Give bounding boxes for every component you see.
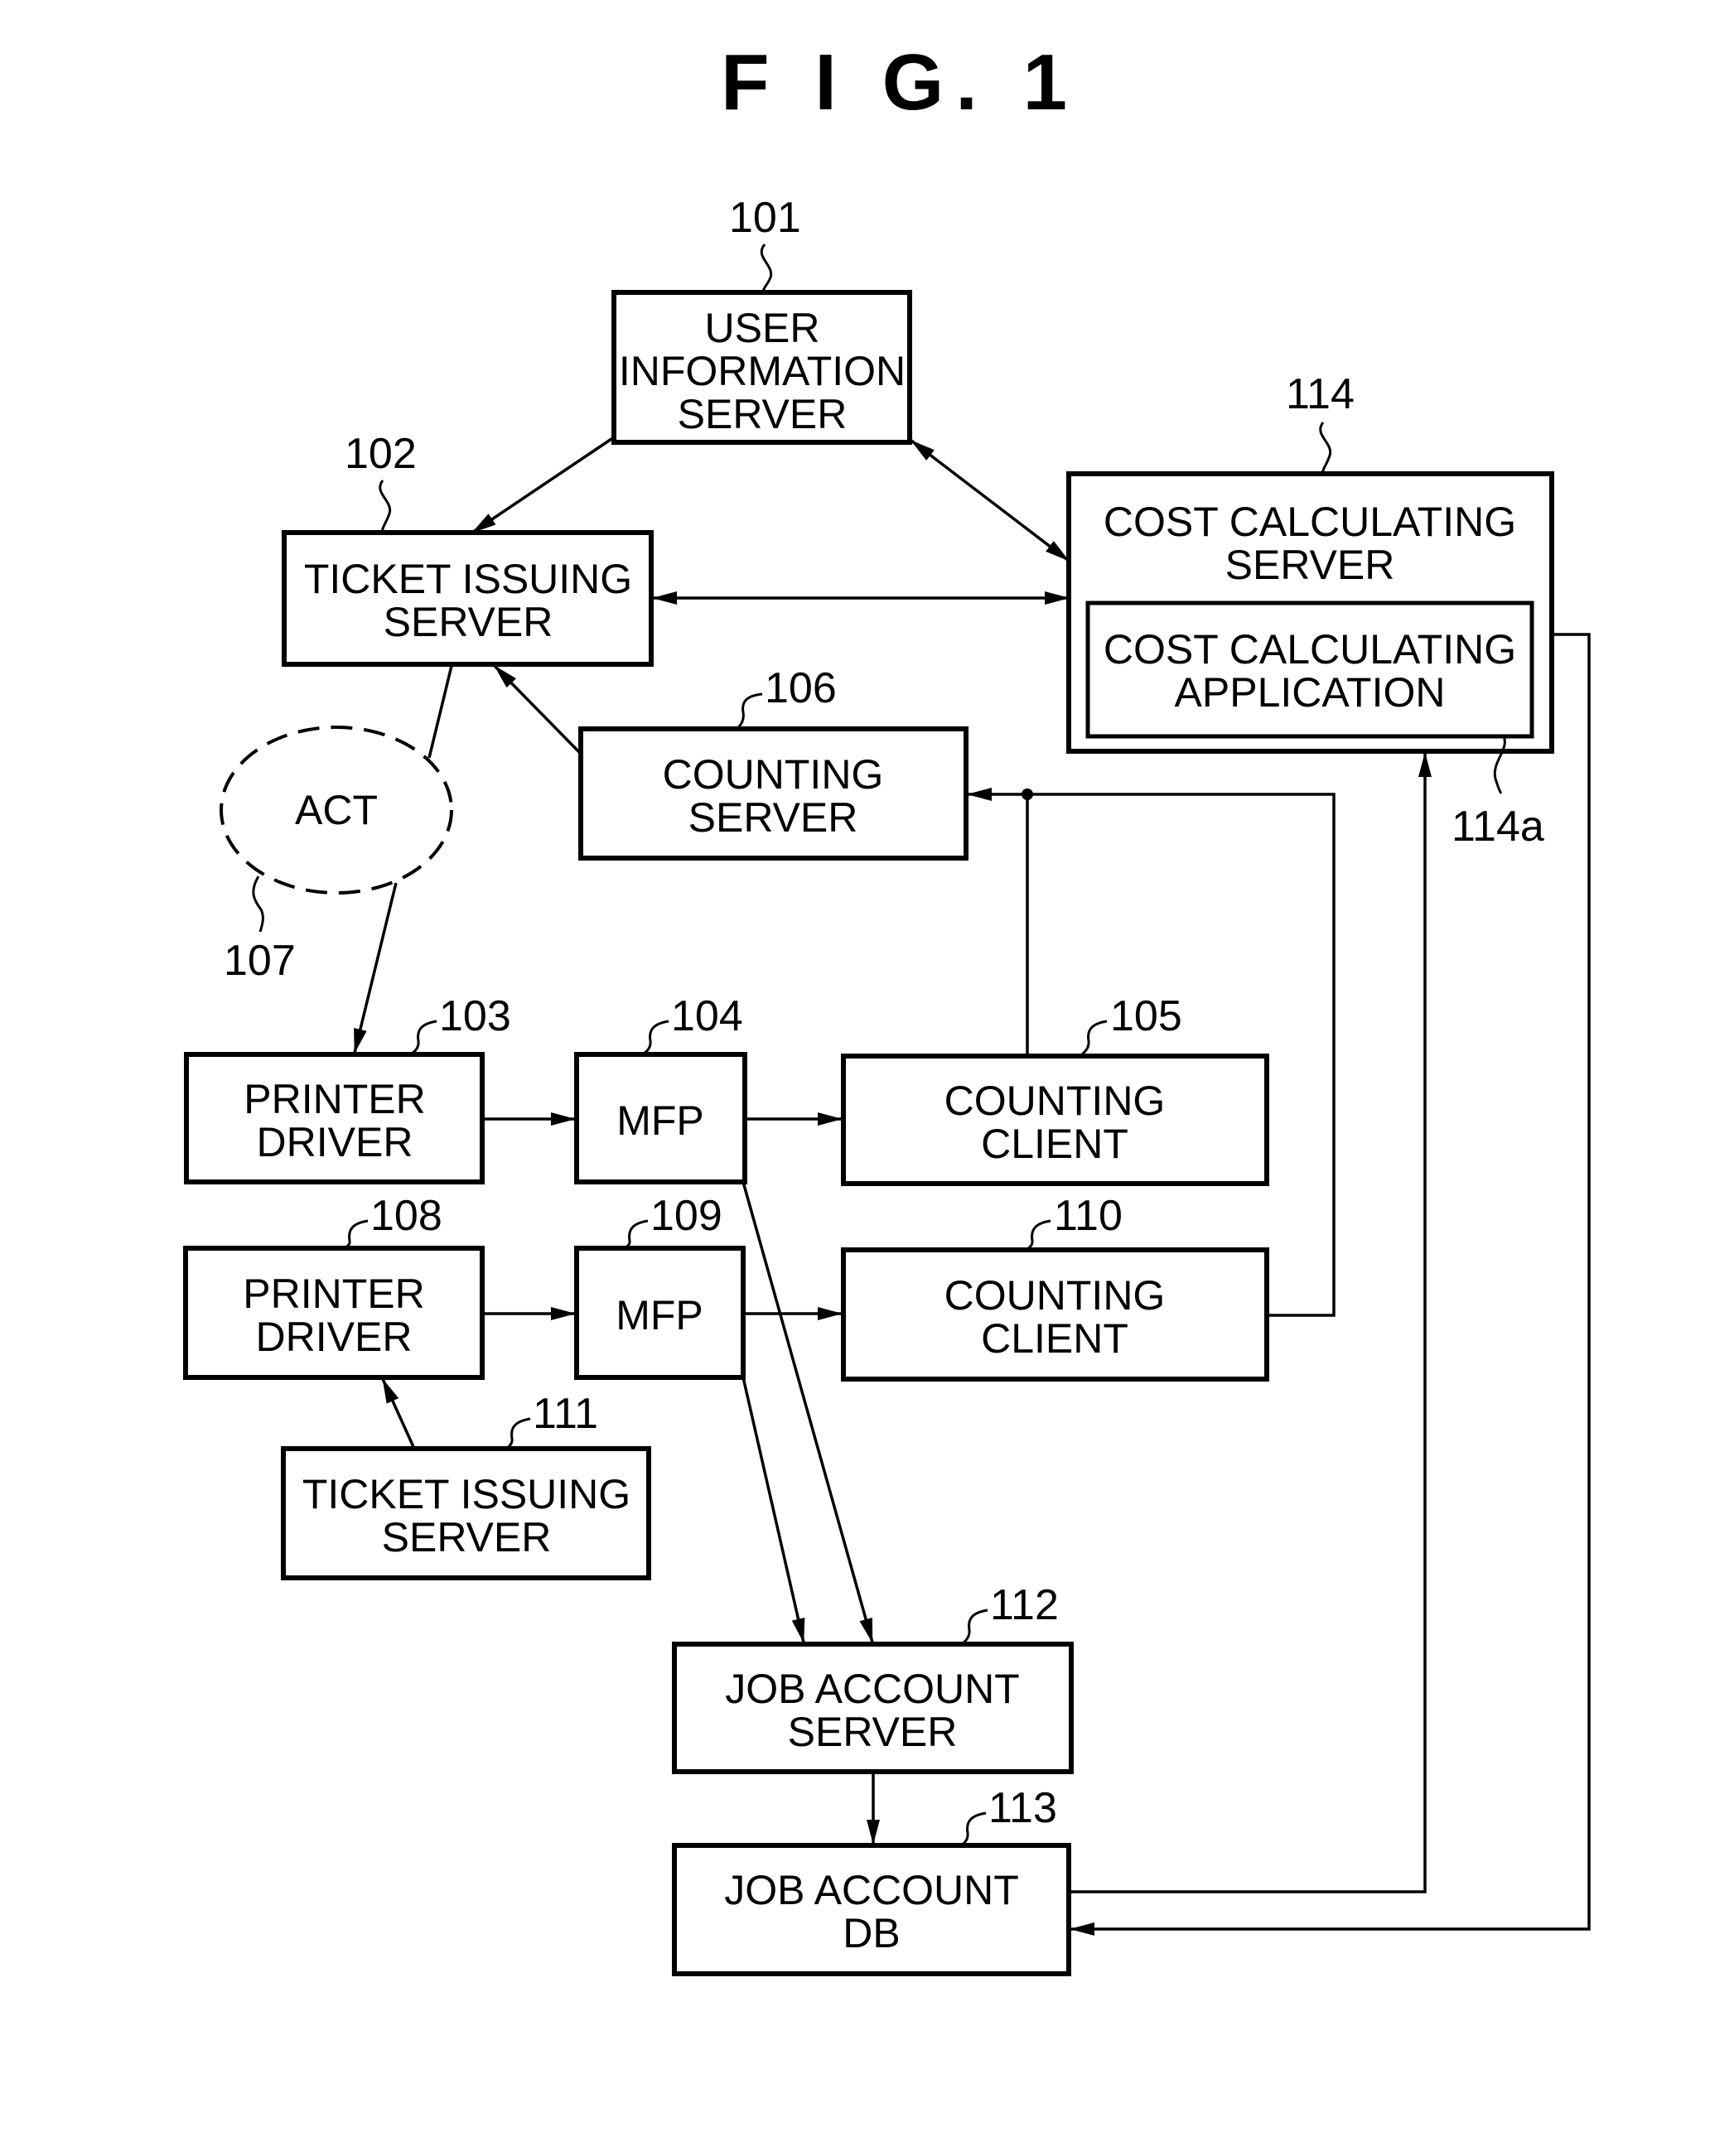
leader-line-103: [409, 1020, 437, 1056]
leader-line-114: [1319, 422, 1332, 475]
leader-line-104: [641, 1020, 669, 1056]
ref-label-103: 103: [439, 992, 511, 1040]
figure-canvas: F I G. 1 101 USER INFORMATION SERVER 102…: [183, 38, 1591, 1976]
leader-line-105: [1079, 1020, 1108, 1058]
edge-106-102: [493, 664, 582, 755]
ref-label-113: 113: [988, 1784, 1057, 1832]
node-mfp-109: 109 MFP: [574, 1192, 746, 1380]
ref-label-112: 112: [990, 1581, 1059, 1629]
node-job-account-server-112: 112 JOB ACCOUNT SERVER: [672, 1581, 1074, 1774]
node-label-line: JOB ACCOUNT: [724, 1867, 1019, 1913]
ref-label-101: 101: [729, 194, 801, 242]
node-label-line: SERVER: [1225, 542, 1395, 588]
leader-line-109: [621, 1219, 649, 1250]
ref-label-107: 107: [224, 937, 296, 985]
node-label-line: DRIVER: [256, 1314, 413, 1360]
node-label-line: MFP: [616, 1292, 703, 1338]
node-printer-driver-108: 108 PRINTER DRIVER: [183, 1192, 485, 1380]
edge-101-102: [471, 436, 615, 534]
node-label-line: INFORMATION: [619, 348, 906, 394]
leader-line-112: [960, 1609, 988, 1646]
ref-label-102: 102: [345, 430, 417, 478]
leader-line-113: [959, 1811, 987, 1847]
node-label-line: SERVER: [384, 599, 553, 645]
node-label-line: MFP: [616, 1097, 704, 1144]
node-label-line: ACT: [295, 787, 378, 833]
node-label-line: COST CALCULATING: [1104, 626, 1516, 673]
node-counting-server-106: 106 COUNTING SERVER: [578, 664, 969, 861]
ref-label-104: 104: [671, 992, 743, 1040]
node-label-line: PRINTER: [244, 1076, 425, 1122]
node-cost-calculating-application-114a: COST CALCULATING APPLICATION 114a: [1085, 600, 1544, 851]
node-label-line: SERVER: [678, 391, 848, 437]
ref-label-110: 110: [1054, 1192, 1123, 1240]
edge-111-108: [381, 1378, 416, 1449]
node-counting-client-105: 105 COUNTING CLIENT: [841, 992, 1269, 1186]
node-label-line: COUNTING: [944, 1272, 1166, 1319]
node-label-line: USER: [705, 305, 820, 351]
node-counting-client-110: 110 COUNTING CLIENT: [841, 1192, 1269, 1382]
node-label-line: DB: [843, 1910, 900, 1956]
node-job-account-db-113: 113 JOB ACCOUNT DB: [672, 1784, 1071, 1976]
node-label-line: COUNTING: [663, 751, 884, 798]
node-label-line: SERVER: [382, 1514, 552, 1560]
leader-line-102: [379, 480, 392, 533]
node-label-line: COUNTING: [944, 1078, 1166, 1124]
edge-109-112: [741, 1377, 805, 1643]
node-label-line: DRIVER: [257, 1119, 413, 1165]
node-label-line: JOB ACCOUNT: [725, 1666, 1020, 1712]
ref-label-108: 108: [370, 1192, 442, 1240]
ref-label-105: 105: [1110, 992, 1182, 1040]
ref-label-109: 109: [650, 1192, 722, 1240]
leader-line-107: [252, 875, 264, 933]
node-label-line: CLIENT: [981, 1315, 1128, 1362]
ref-label-111: 111: [533, 1390, 598, 1438]
edge-101-114: [910, 439, 1070, 562]
figure-title: F I G. 1: [721, 38, 1079, 127]
ref-label-114: 114: [1286, 370, 1355, 418]
ref-label-106: 106: [765, 664, 837, 712]
leader-line-108: [341, 1219, 369, 1250]
node-label-line: TICKET ISSUING: [302, 1471, 630, 1517]
node-label-line: SERVER: [788, 1709, 958, 1755]
node-label-line: CLIENT: [981, 1121, 1128, 1167]
node-label-line: PRINTER: [243, 1271, 424, 1317]
node-label-line: COST CALCULATING: [1104, 499, 1516, 545]
node-label-line: SERVER: [688, 794, 858, 841]
node-label-line: APPLICATION: [1175, 669, 1446, 716]
edge-102-act: [428, 665, 453, 759]
node-act-107: ACT 107: [220, 726, 453, 985]
leader-line-101: [760, 244, 773, 293]
edge-act-103: [353, 882, 398, 1054]
node-label-line: TICKET ISSUING: [304, 556, 632, 602]
node-mfp-104: 104 MFP: [574, 992, 747, 1184]
node-ticket-issuing-server-102: 102 TICKET ISSUING SERVER: [282, 430, 654, 667]
node-printer-driver-103: 103 PRINTER DRIVER: [184, 992, 511, 1184]
node-ticket-issuing-server-111: 111 TICKET ISSUING SERVER: [281, 1390, 651, 1580]
leader-line-110: [1023, 1219, 1051, 1252]
node-user-information-server: 101 USER INFORMATION SERVER: [611, 194, 912, 445]
leader-line-111: [503, 1417, 531, 1450]
ref-label-114a: 114a: [1452, 803, 1544, 851]
leader-line-106: [736, 692, 763, 730]
